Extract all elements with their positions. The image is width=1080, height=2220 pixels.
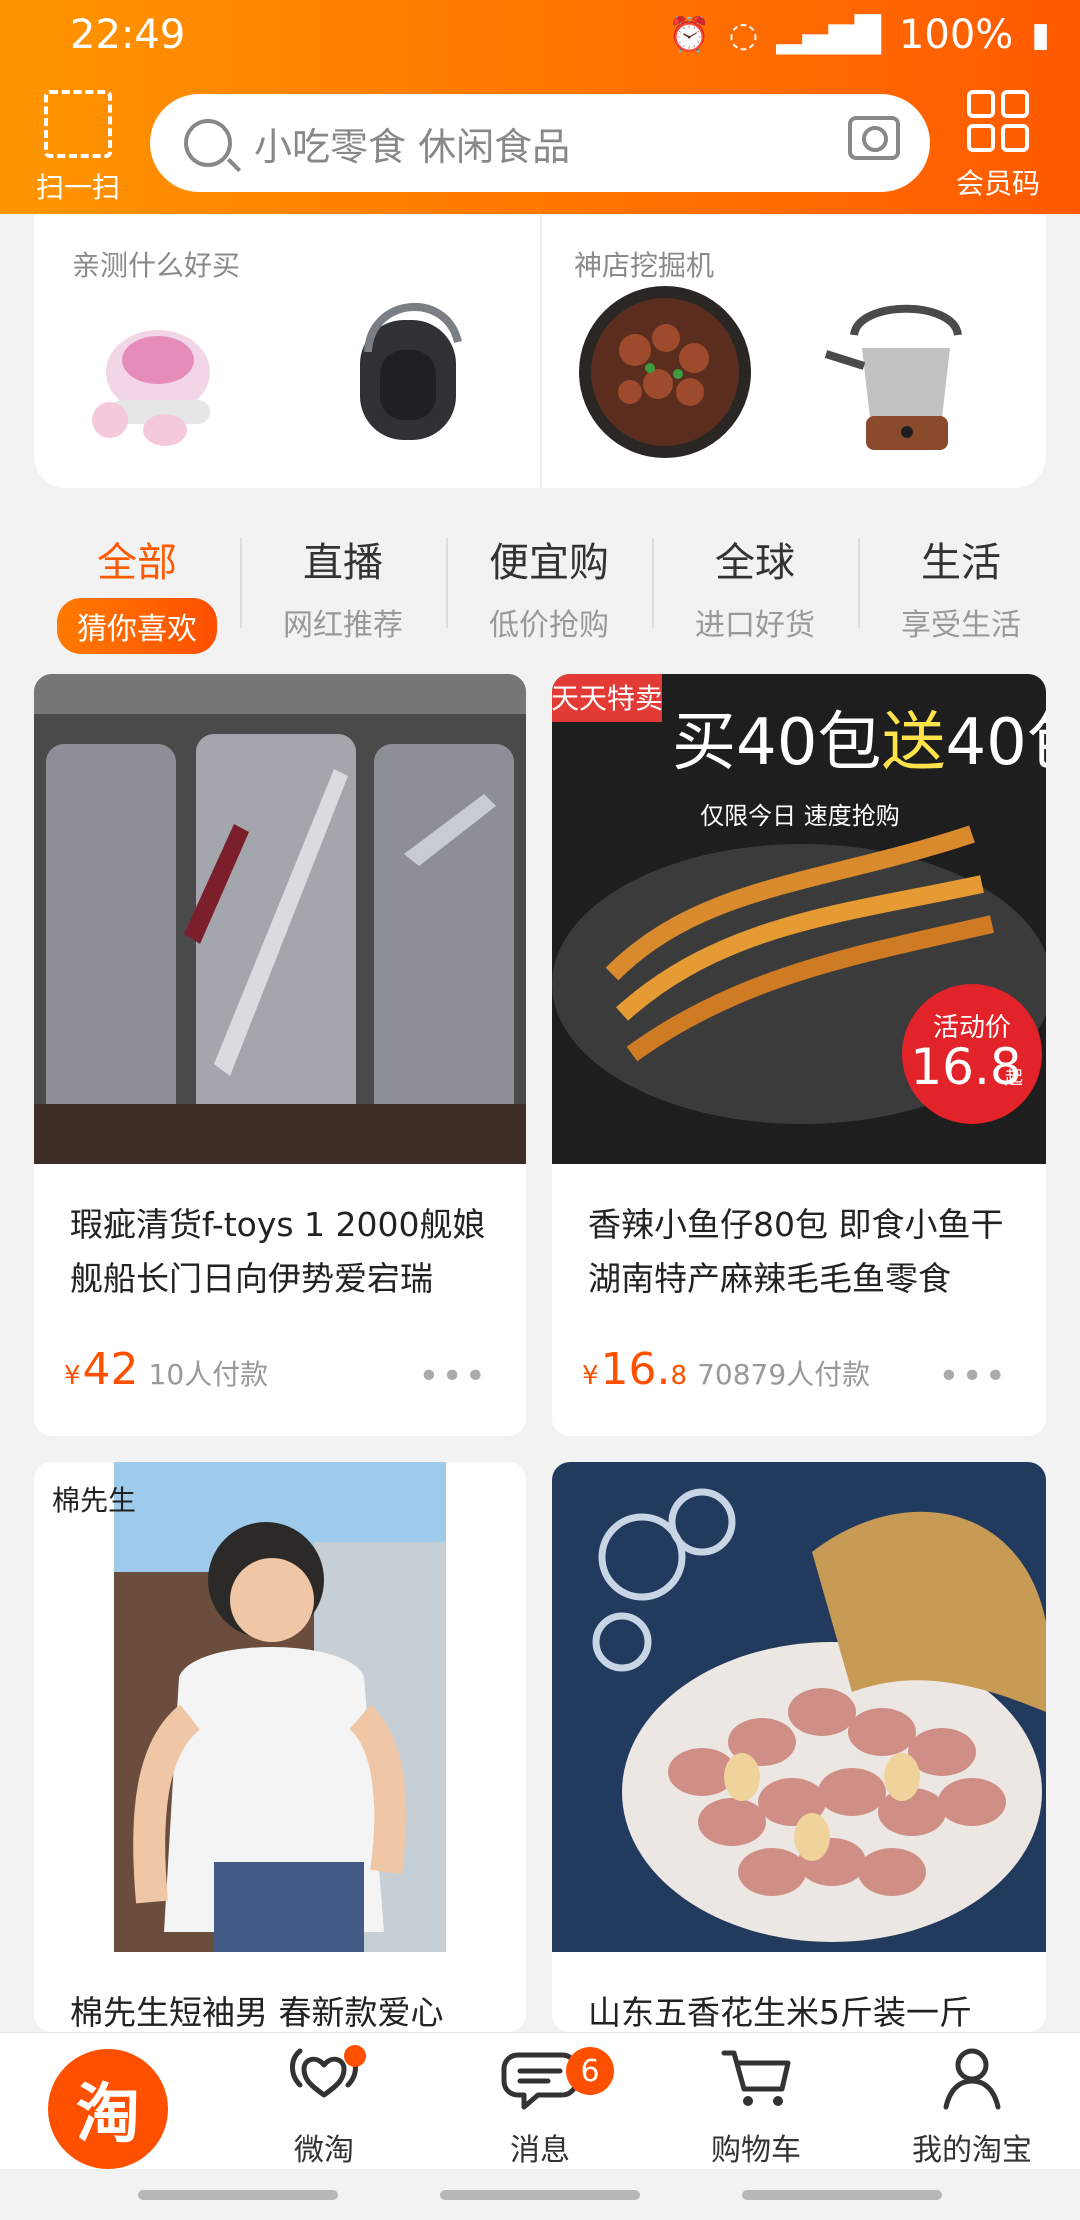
scan-button[interactable]: 扫一扫: [30, 90, 126, 206]
gesture-bar-right: [742, 2190, 942, 2200]
scan-label: 扫一扫: [35, 171, 120, 204]
price-row: ¥ 42 10人付款: [64, 1344, 268, 1395]
product-title: 香辣小鱼仔80包 即食小鱼干湖南特产麻辣毛毛鱼零食: [588, 1205, 1004, 1298]
taobao-logo[interactable]: 淘: [48, 2049, 168, 2169]
tab-global[interactable]: 全球 进口好货: [652, 530, 858, 644]
tab-global-title: 全球: [715, 540, 795, 586]
tab-life-subtitle: 享受生活: [901, 608, 1021, 643]
top-header: 22:49 ⏰ ◌ ▂▄▆█ 100% ▮ 扫一扫 小吃零食 休闲食品 会员码: [0, 0, 1080, 214]
gesture-bar-left: [138, 2190, 338, 2200]
bottom-navigation: 淘 微淘 6 消息 购物车 我的淘宝: [0, 2032, 1080, 2169]
member-code-label: 会员码: [955, 167, 1040, 200]
promo-badge-suffix: 起: [1005, 1068, 1023, 1089]
product-image: 棉先生: [34, 1462, 526, 1952]
nav-weitao-label: 微淘: [294, 2133, 354, 2168]
camera-icon[interactable]: [848, 116, 900, 160]
status-bar: 22:49 ⏰ ◌ ▂▄▆█ 100% ▮: [0, 0, 1080, 72]
sold-count: 70879人付款: [697, 1358, 871, 1391]
scan-icon: [44, 90, 112, 158]
promo-tag: 天天特卖: [552, 682, 663, 715]
product-title: 山东五香花生米5斤装一斤: [588, 1993, 972, 2032]
tab-live-subtitle: 网红推荐: [283, 608, 403, 643]
tab-all[interactable]: 全部 猜你喜欢: [34, 530, 240, 654]
more-icon[interactable]: •••: [418, 1356, 488, 1397]
promo-subline: 仅限今日 速度抢购: [700, 802, 900, 830]
product-title: 棉先生短袖男 春新款爱心: [70, 1993, 444, 2032]
battery-icon: ▮: [1031, 15, 1050, 55]
tab-live-title: 直播: [303, 540, 383, 586]
kettle-image: [824, 304, 962, 450]
food-image: [579, 286, 751, 458]
promo-headline-a: 买40包: [672, 706, 881, 780]
teapot-image: [70, 280, 230, 450]
wifi-icon: ◌: [728, 15, 759, 55]
tab-cheap-subtitle: 低价抢购: [489, 608, 609, 643]
weitao-dot: [344, 2045, 366, 2067]
cart-icon: [721, 2050, 791, 2106]
tab-life-title: 生活: [921, 540, 1001, 586]
heater-image: [360, 303, 462, 440]
product-image: [34, 674, 526, 1164]
tab-live[interactable]: 直播 网红推荐: [240, 530, 446, 644]
battery-text: 100%: [898, 12, 1014, 58]
product-card[interactable]: 天天特卖 买40包送40包 仅限今日 速度抢购 活动价 16.8 起 香辣小鱼仔…: [552, 674, 1046, 1436]
search-input[interactable]: 小吃零食 休闲食品: [150, 94, 930, 192]
product-image: [552, 1462, 1046, 1952]
recommend-left[interactable]: 亲测什么好买: [34, 214, 540, 488]
nav-message[interactable]: 6 消息: [432, 2041, 648, 2169]
product-card[interactable]: 瑕疵清货f-toys 1 2000舰娘舰船长门日向伊势爱宕瑞 ¥ 42 10人付…: [34, 674, 526, 1436]
product-image: 天天特卖 买40包送40包 仅限今日 速度抢购 活动价 16.8 起: [552, 674, 1046, 1164]
category-tabs: 全部 猜你喜欢 直播 网红推荐 便宜购 低价抢购 全球 进口好货 生活 享受生活: [34, 530, 1046, 654]
more-icon[interactable]: •••: [938, 1356, 1008, 1397]
tab-life[interactable]: 生活 享受生活: [858, 530, 1064, 644]
nav-cart-label: 购物车: [711, 2133, 801, 2168]
recommend-right[interactable]: 神店挖掘机: [540, 214, 1046, 488]
nav-cart[interactable]: 购物车: [648, 2041, 864, 2169]
price-row: ¥ 16. 8 70879人付款: [582, 1344, 870, 1395]
nav-profile-label: 我的淘宝: [912, 2133, 1032, 2168]
member-code-button[interactable]: 会员码: [946, 90, 1050, 202]
svg-text:买40包送40包: 买40包送40包: [672, 706, 1046, 780]
message-badge: 6: [566, 2047, 614, 2095]
price-decimal: 8: [670, 1361, 688, 1391]
status-time: 22:49: [70, 12, 186, 58]
recommend-right-subtitle: 神店挖掘机: [574, 249, 715, 282]
tab-all-subtitle: 猜你喜欢: [57, 598, 217, 654]
price-integer: 16.: [600, 1344, 671, 1395]
gesture-bar-center: [440, 2190, 640, 2200]
product-card[interactable]: 山东五香花生米5斤装一斤: [552, 1462, 1046, 2032]
promo-headline-highlight: 送: [881, 706, 945, 780]
tab-global-subtitle: 进口好货: [695, 608, 815, 643]
search-icon: [184, 119, 232, 167]
tab-cheap[interactable]: 便宜购 低价抢购: [446, 530, 652, 644]
brand-label: 棉先生: [52, 1484, 136, 1517]
product-title: 瑕疵清货f-toys 1 2000舰娘舰船长门日向伊势爱宕瑞: [70, 1205, 486, 1298]
price-integer: 42: [82, 1344, 139, 1395]
nav-weitao[interactable]: 微淘: [216, 2041, 432, 2169]
promo-headline-b: 40包: [945, 706, 1046, 780]
nav-message-label: 消息: [510, 2133, 570, 2168]
member-code-icon: [967, 90, 1029, 152]
tab-all-title: 全部: [97, 540, 177, 586]
currency-symbol: ¥: [64, 1361, 81, 1391]
recommend-left-subtitle: 亲测什么好买: [72, 249, 241, 282]
signal-icon: ▂▄▆█: [776, 15, 881, 55]
status-right: ⏰ ◌ ▂▄▆█ 100% ▮: [668, 12, 1050, 58]
alarm-icon: ⏰: [668, 15, 711, 55]
search-placeholder: 小吃零食 休闲食品: [254, 124, 571, 169]
currency-symbol: ¥: [582, 1361, 599, 1391]
tab-cheap-title: 便宜购: [489, 540, 609, 586]
profile-icon: [943, 2048, 1001, 2110]
top-recommend-card: 亲测什么好买 神店挖掘机: [34, 214, 1046, 488]
sold-count: 10人付款: [148, 1358, 269, 1391]
product-card[interactable]: 棉先生 棉先生短袖男 春新款爱心: [34, 1462, 526, 2032]
nav-profile[interactable]: 我的淘宝: [864, 2041, 1080, 2169]
